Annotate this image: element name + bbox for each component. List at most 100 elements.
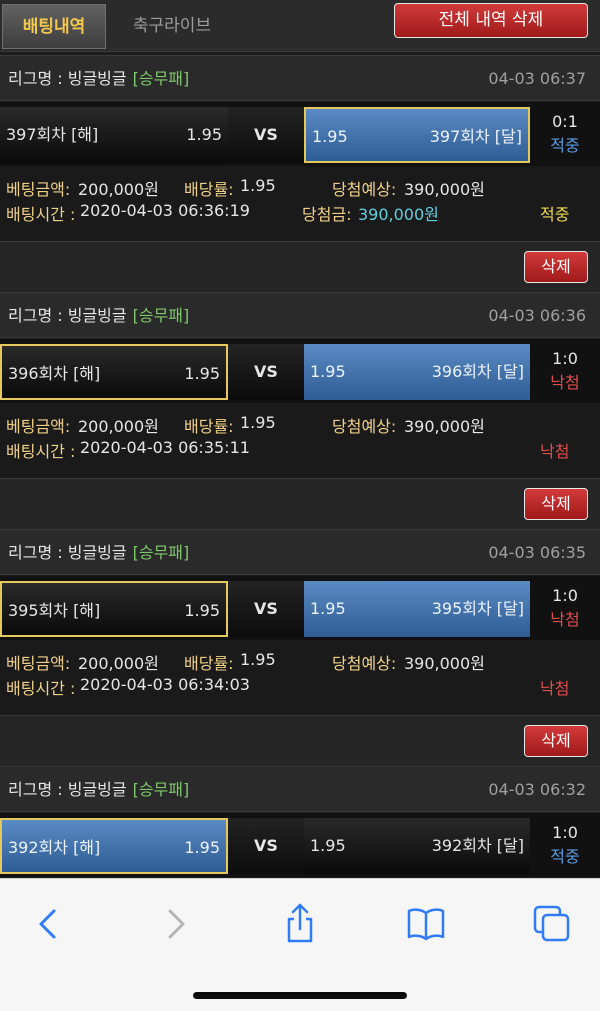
bookmarks-icon[interactable] — [401, 899, 451, 949]
away-team-name: 397회차 [달] — [429, 127, 522, 146]
bet-time-value: 2020-04-03 06:36:19 — [80, 201, 250, 220]
league-type: [승무패] — [132, 543, 190, 562]
game-time: 04-03 06:32 — [488, 780, 586, 799]
score: 1:0 — [552, 349, 578, 368]
match-result: 0:1 적중 — [530, 107, 600, 163]
game-time: 04-03 06:37 — [488, 69, 586, 88]
away-team-option[interactable]: 1.95 395회차 [달] — [304, 581, 530, 637]
away-team-option[interactable]: 1.95 392회차 [달] — [304, 818, 530, 874]
delete-button[interactable]: 삭제 — [524, 488, 588, 520]
league-label: 리그명 : — [8, 543, 68, 562]
bet-amount-label: 베팅금액: — [6, 180, 71, 199]
league-name: 빙글빙글 — [67, 306, 127, 325]
home-team-name: 396회차 [해] — [8, 364, 101, 383]
odds-label: 배당률: — [184, 417, 234, 436]
prize-label: 당첨금: — [302, 205, 352, 224]
bet-card: 리그명 : 빙글빙글 [승무패] 04-03 06:37 397회차 [해] 1.… — [0, 55, 600, 292]
match-row: 397회차 [해] 1.95 VS 1.95 397회차 [달] 0:1 적중 — [0, 102, 600, 166]
away-team-name: 392회차 [달] — [431, 836, 524, 855]
home-team-name: 397회차 [해] — [6, 125, 99, 144]
league-header: 리그명 : 빙글빙글 [승무패] 04-03 06:35 — [0, 529, 600, 575]
vs-label: VS — [228, 107, 304, 163]
home-team-name: 392회차 [해] — [8, 838, 101, 857]
match-row: 392회차 [해] 1.95 VS 1.95 392회차 [달] 1:0 적중 — [0, 813, 600, 877]
bet-amount-value: 200,000원 — [78, 417, 159, 436]
away-team-name: 395회차 [달] — [431, 599, 524, 618]
home-team-name: 395회차 [해] — [8, 601, 101, 620]
bet-amount-label: 베팅금액: — [6, 417, 71, 436]
away-team-odds: 1.95 — [310, 599, 346, 618]
bet-time-label: 배팅시간 : — [6, 679, 76, 698]
game-time: 04-03 06:36 — [488, 306, 586, 325]
away-team-odds: 1.95 — [310, 362, 346, 381]
league-header: 리그명 : 빙글빙글 [승무패] 04-03 06:36 — [0, 292, 600, 338]
home-team-option-selected[interactable]: 392회차 [해] 1.95 — [0, 818, 228, 874]
bet-time-label: 배팅시간 : — [6, 442, 76, 461]
league-header: 리그명 : 빙글빙글 [승무패] 04-03 06:37 — [0, 55, 600, 101]
match-result: 1:0 낙첨 — [530, 581, 600, 637]
prize-value: 390,000원 — [358, 205, 439, 224]
bet-time-label: 배팅시간 : — [6, 205, 76, 224]
bet-info: 베팅금액: 200,000원 배당률: 1.95 당첨예상: 390,000원 … — [0, 640, 600, 718]
top-tab-bar: 배팅내역 축구라이브 전체 내역 삭제 — [0, 0, 600, 52]
expected-win-value: 390,000원 — [404, 417, 485, 436]
bet-time-value: 2020-04-03 06:35:11 — [80, 438, 250, 457]
odds-value: 1.95 — [240, 650, 276, 669]
away-team-option-selected[interactable]: 1.95 397회차 [달] — [304, 107, 530, 163]
bet-time-value: 2020-04-03 06:34:03 — [80, 675, 250, 694]
result-status: 낙첨 — [550, 373, 580, 392]
vs-label: VS — [228, 344, 304, 400]
bet-amount-value: 200,000원 — [78, 180, 159, 199]
league-type: [승무패] — [132, 306, 190, 325]
match-row: 396회차 [해] 1.95 VS 1.95 396회차 [달] 1:0 낙첨 — [0, 339, 600, 403]
odds-value: 1.95 — [240, 413, 276, 432]
away-team-odds: 1.95 — [312, 127, 348, 146]
result-status: 낙첨 — [550, 610, 580, 629]
home-team-option-selected[interactable]: 396회차 [해] 1.95 — [0, 344, 228, 400]
share-icon[interactable] — [275, 899, 325, 949]
league-label: 리그명 : — [8, 69, 68, 88]
match-result: 1:0 적중 — [530, 818, 600, 874]
odds-value: 1.95 — [240, 176, 276, 195]
odds-label: 배당률: — [184, 180, 234, 199]
browser-toolbar — [0, 878, 600, 1011]
bet-card: 리그명 : 빙글빙글 [승무패] 04-03 06:36 396회차 [해] 1.… — [0, 292, 600, 529]
home-team-option[interactable]: 397회차 [해] 1.95 — [0, 107, 228, 163]
delete-button[interactable]: 삭제 — [524, 725, 588, 757]
bet-status: 적중 — [540, 205, 570, 224]
odds-label: 배당률: — [184, 654, 234, 673]
away-team-odds: 1.95 — [310, 836, 346, 855]
tab-betting-history[interactable]: 배팅내역 — [2, 4, 106, 49]
home-indicator — [193, 992, 407, 999]
bet-actions: 삭제 — [0, 715, 600, 766]
league-header: 리그명 : 빙글빙글 [승무패] 04-03 06:32 — [0, 766, 600, 812]
vs-label: VS — [228, 818, 304, 874]
expected-win-label: 당첨예상: — [332, 180, 397, 199]
bet-amount-value: 200,000원 — [78, 654, 159, 673]
expected-win-value: 390,000원 — [404, 654, 485, 673]
tabs-icon[interactable] — [527, 899, 577, 949]
home-team-odds: 1.95 — [184, 838, 220, 857]
bet-status: 낙첨 — [540, 442, 570, 461]
tab-soccer-live[interactable]: 축구라이브 — [116, 4, 228, 49]
delete-all-history-button[interactable]: 전체 내역 삭제 — [394, 3, 588, 38]
bet-status: 낙첨 — [540, 679, 570, 698]
home-team-option-selected[interactable]: 395회차 [해] 1.95 — [0, 581, 228, 637]
delete-button[interactable]: 삭제 — [524, 251, 588, 283]
back-chevron-icon[interactable] — [24, 899, 74, 949]
score: 1:0 — [552, 586, 578, 605]
bet-actions: 삭제 — [0, 478, 600, 529]
away-team-name: 396회차 [달] — [431, 362, 524, 381]
league-label: 리그명 : — [8, 780, 68, 799]
bet-list: 리그명 : 빙글빙글 [승무패] 04-03 06:37 397회차 [해] 1.… — [0, 55, 600, 878]
score: 1:0 — [552, 823, 578, 842]
match-result: 1:0 낙첨 — [530, 344, 600, 400]
bet-actions: 삭제 — [0, 241, 600, 292]
home-team-odds: 1.95 — [184, 364, 220, 383]
home-team-odds: 1.95 — [186, 125, 222, 144]
away-team-option[interactable]: 1.95 396회차 [달] — [304, 344, 530, 400]
league-name: 빙글빙글 — [67, 543, 127, 562]
forward-chevron-icon[interactable] — [150, 899, 200, 949]
result-status: 적중 — [550, 136, 580, 155]
betting-app: 배팅내역 축구라이브 전체 내역 삭제 리그명 : 빙글빙글 [승무패] 04-0… — [0, 0, 600, 878]
